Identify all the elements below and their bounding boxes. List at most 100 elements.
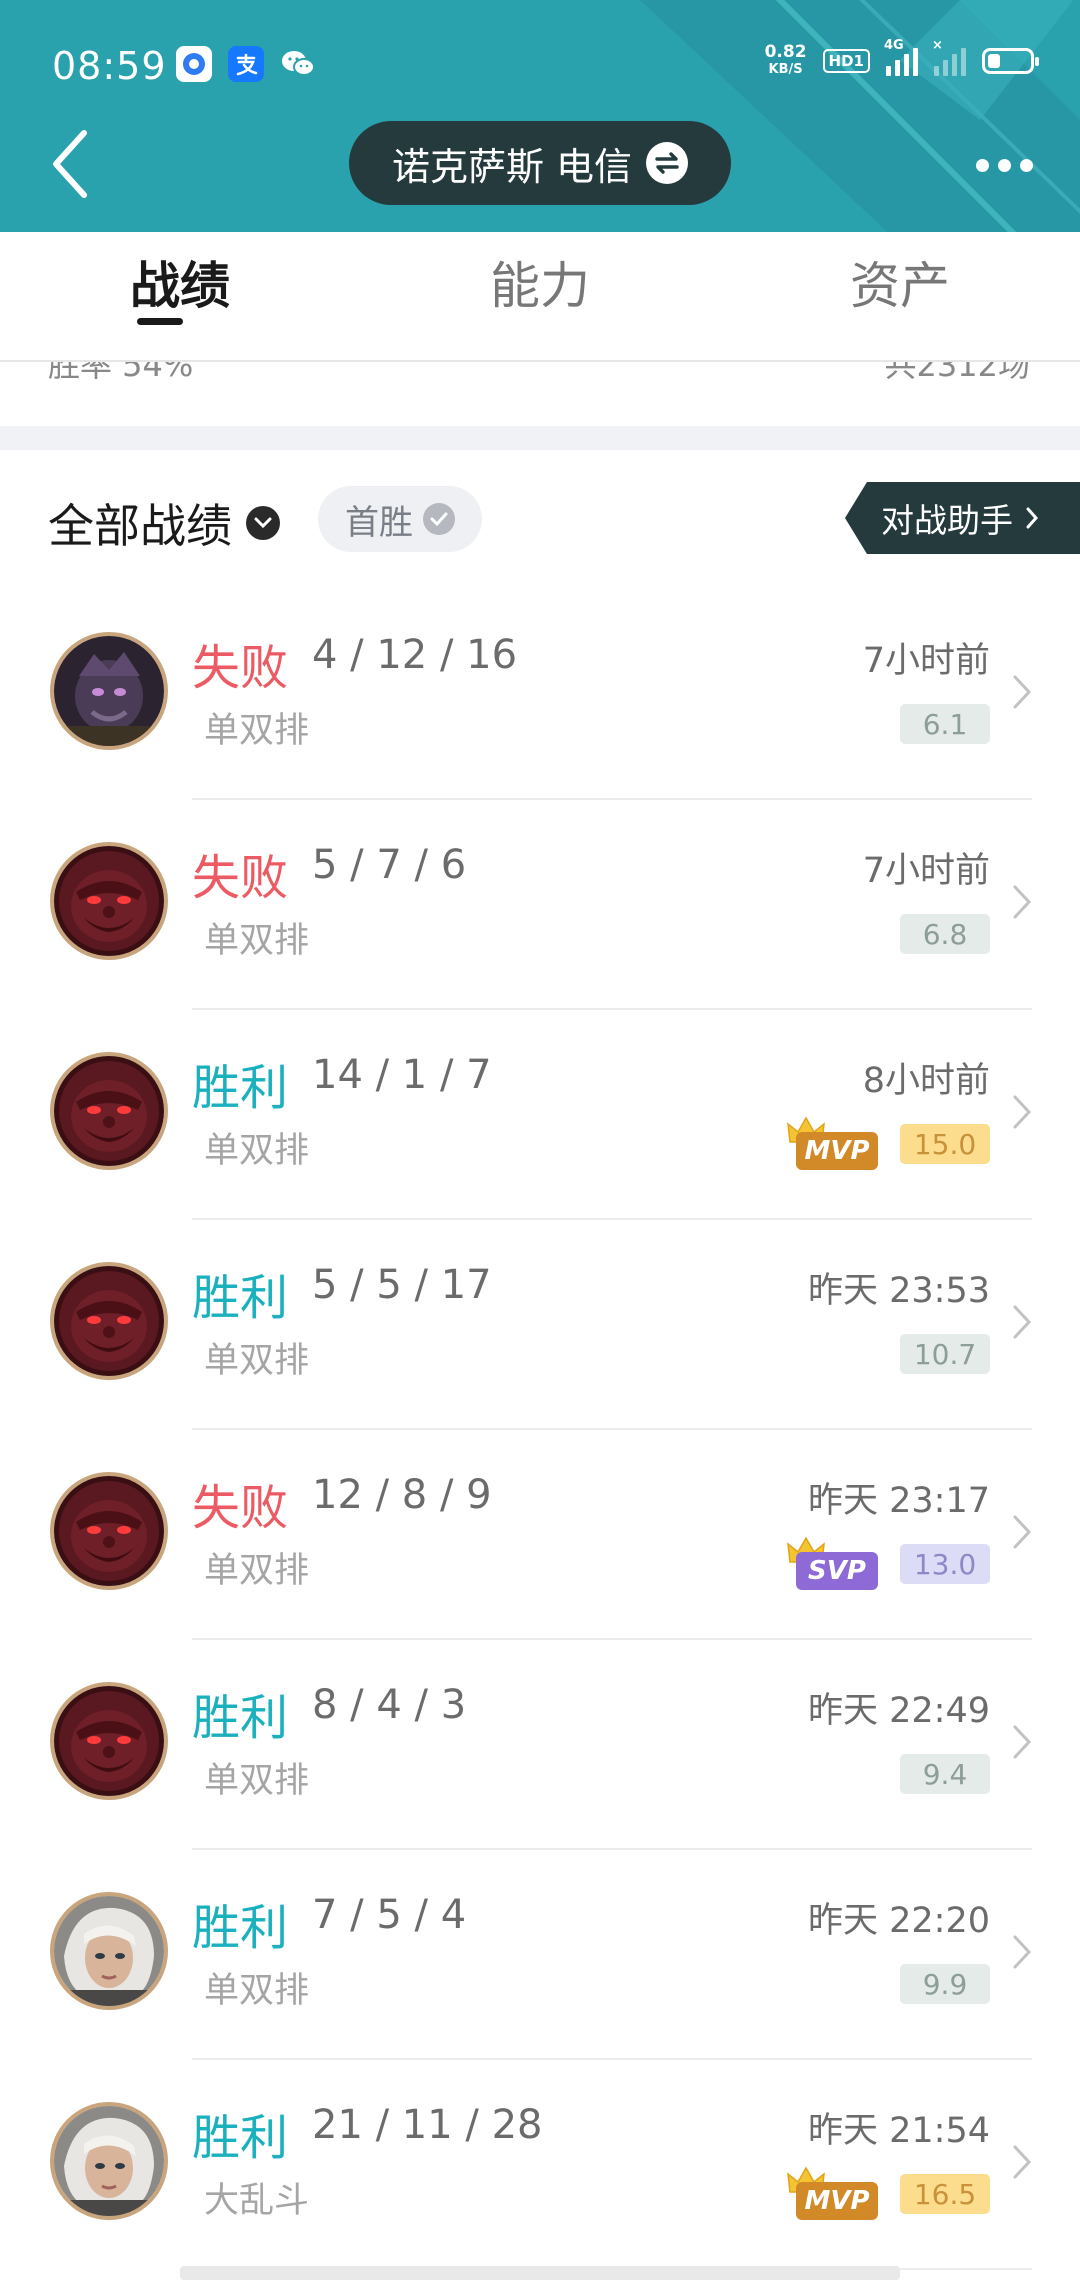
whitehair-champion-avatar xyxy=(50,1892,168,2010)
status-indicators: 0.82 KB/S HD1 4G × xyxy=(765,38,1039,78)
match-time: 昨天 22:20 xyxy=(808,1901,990,1941)
match-mode: 单双排 xyxy=(204,1341,310,1381)
status-bar: 08:59 0.82 KB/S HD1 4G × xyxy=(0,0,1080,120)
more-button[interactable] xyxy=(964,140,1044,190)
win-rate-text: 胜率 54% xyxy=(48,362,194,384)
match-score: 9.4 xyxy=(900,1754,990,1794)
list-bottom-edge xyxy=(180,2266,900,2280)
match-score: 9.9 xyxy=(900,1964,990,2004)
match-list: 失败 4 / 12 / 16 单双排 7小时前 6.1 失败 5 / 7 / 6… xyxy=(0,590,1080,2270)
match-row[interactable]: 胜利 5 / 5 / 17 单双排 昨天 23:53 10.7 xyxy=(0,1220,1080,1430)
first-win-filter-chip[interactable]: 首胜 xyxy=(318,486,482,552)
match-score: 15.0 xyxy=(900,1124,990,1164)
match-row[interactable]: 失败 4 / 12 / 16 单双排 7小时前 6.1 xyxy=(0,590,1080,800)
match-result: 失败 xyxy=(192,640,289,696)
match-score: 13.0 xyxy=(900,1544,990,1584)
back-arrow-icon xyxy=(53,130,87,198)
filter-row: 全部战绩 首胜 对战助手 xyxy=(0,450,1080,590)
net-speed-unit: KB/S xyxy=(768,62,803,77)
chevron-right-icon xyxy=(1013,1515,1032,1549)
match-score: 6.1 xyxy=(900,704,990,744)
match-time: 昨天 23:17 xyxy=(808,1481,990,1521)
beast-champion-avatar xyxy=(50,842,168,960)
match-kda: 8 / 4 / 3 xyxy=(312,1682,467,1728)
chevron-right-icon xyxy=(1013,1305,1032,1339)
match-result: 失败 xyxy=(192,1480,289,1536)
match-history-screen: 08:59 0.82 KB/S HD1 4G × 诺克萨斯 电信 战绩 能力 资… xyxy=(0,0,1080,2280)
match-time: 昨天 21:54 xyxy=(808,2111,990,2151)
section-divider xyxy=(0,426,1080,450)
beast-champion-avatar xyxy=(50,1262,168,1380)
match-score: 6.8 xyxy=(900,914,990,954)
tab-ability[interactable]: 能力 xyxy=(440,246,640,336)
match-mode: 大乱斗 xyxy=(204,2181,310,2221)
match-time: 7小时前 xyxy=(862,641,990,681)
total-games-text: 共2312场 xyxy=(884,362,1030,384)
signal-sim2-icon: × xyxy=(932,38,966,76)
match-mode: 单双排 xyxy=(204,921,310,961)
chevron-down-icon xyxy=(246,506,280,540)
beast-champion-avatar xyxy=(50,1682,168,1800)
match-row[interactable]: 胜利 21 / 11 / 28 大乱斗 昨天 21:54 MVP 16.5 xyxy=(0,2060,1080,2270)
match-result: 胜利 xyxy=(192,2110,289,2166)
signal-tag: 4G xyxy=(884,38,904,53)
match-result: 胜利 xyxy=(192,1270,289,1326)
svp-badge: SVP xyxy=(787,1536,880,1592)
match-row[interactable]: 胜利 8 / 4 / 3 单双排 昨天 22:49 9.4 xyxy=(0,1640,1080,1850)
match-row[interactable]: 胜利 7 / 5 / 4 单双排 昨天 22:20 9.9 xyxy=(0,1850,1080,2060)
match-row[interactable]: 失败 5 / 7 / 6 单双排 7小时前 6.8 xyxy=(0,800,1080,1010)
chevron-right-icon xyxy=(1013,1095,1032,1129)
award-label: SVP xyxy=(796,1552,878,1590)
beast-champion-avatar xyxy=(50,1472,168,1590)
match-result: 胜利 xyxy=(192,1060,289,1116)
battery-icon xyxy=(982,48,1039,74)
net-speed: 0.82 KB/S xyxy=(765,44,807,78)
server-name: 诺克萨斯 电信 xyxy=(391,144,633,189)
back-button[interactable] xyxy=(40,124,100,204)
match-mode: 单双排 xyxy=(204,711,310,751)
match-kda: 7 / 5 / 4 xyxy=(312,1892,467,1938)
summary-peek: 胜率 54% 共2312场 xyxy=(0,362,1080,384)
match-row[interactable]: 失败 12 / 8 / 9 单双排 昨天 23:17 SVP 13.0 xyxy=(0,1430,1080,1640)
match-mode: 单双排 xyxy=(204,1761,310,1801)
award-label: MVP xyxy=(796,2182,878,2220)
match-kda: 4 / 12 / 16 xyxy=(312,632,518,678)
match-kda: 14 / 1 / 7 xyxy=(312,1052,492,1098)
chevron-right-icon xyxy=(1026,507,1039,529)
record-filter-label: 全部战绩 xyxy=(48,499,232,553)
chevron-right-icon xyxy=(1013,1935,1032,1969)
mvp-badge: MVP xyxy=(787,1116,880,1172)
match-row[interactable]: 胜利 14 / 1 / 7 单双排 8小时前 MVP 15.0 xyxy=(0,1010,1080,1220)
match-mode: 单双排 xyxy=(204,1131,310,1171)
match-time: 7小时前 xyxy=(862,851,990,891)
active-tab-indicator xyxy=(137,318,183,325)
void-champion-avatar xyxy=(50,632,168,750)
beast-champion-avatar xyxy=(50,1052,168,1170)
match-result: 胜利 xyxy=(192,1900,289,1956)
match-time: 昨天 22:49 xyxy=(808,1691,990,1731)
swap-icon xyxy=(646,142,689,184)
alipay-icon xyxy=(228,46,264,82)
tab-assets[interactable]: 资产 xyxy=(800,246,1000,336)
tab-bar: 战绩 能力 资产 xyxy=(0,232,1080,362)
chevron-right-icon xyxy=(1013,675,1032,709)
mvp-badge: MVP xyxy=(787,2166,880,2222)
match-kda: 21 / 11 / 28 xyxy=(312,2102,543,2148)
browser-icon xyxy=(176,46,212,82)
hd-indicator: HD1 xyxy=(822,49,870,73)
battery-level xyxy=(988,54,1000,68)
wechat-icon xyxy=(280,46,316,82)
status-time: 08:59 xyxy=(52,44,167,88)
battle-assistant-button[interactable]: 对战助手 xyxy=(845,482,1080,554)
more-dots-icon xyxy=(975,158,989,172)
match-score: 16.5 xyxy=(900,2174,990,2214)
match-time: 昨天 23:53 xyxy=(808,1271,990,1311)
whitehair-champion-avatar xyxy=(50,2102,168,2220)
match-score: 10.7 xyxy=(900,1334,990,1374)
award-label: MVP xyxy=(796,1132,878,1170)
server-switch-button[interactable]: 诺克萨斯 电信 xyxy=(349,121,731,205)
chevron-right-icon xyxy=(1013,885,1032,919)
chevron-right-icon xyxy=(1013,1725,1032,1759)
record-filter-dropdown[interactable]: 全部战绩 xyxy=(48,490,280,556)
check-icon xyxy=(423,503,455,535)
